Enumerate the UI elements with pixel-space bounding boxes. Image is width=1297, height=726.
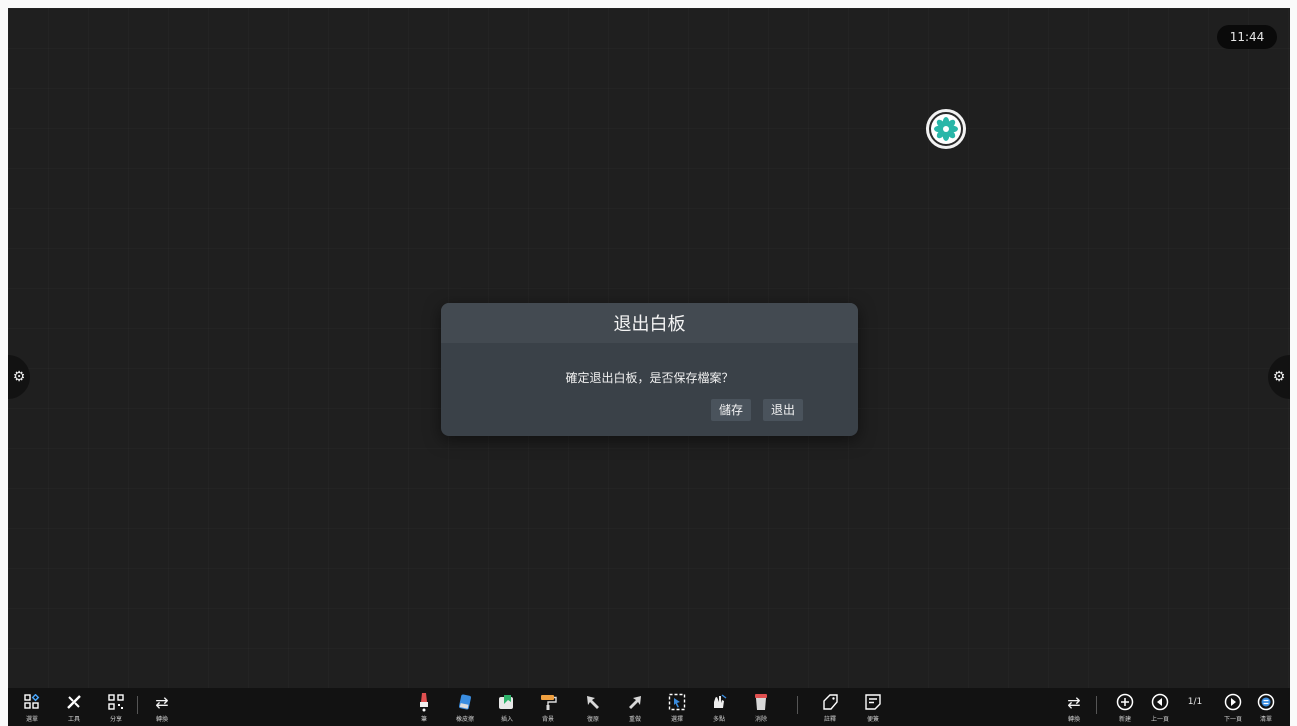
toolbar-multitouch-button[interactable]: 多點 — [699, 688, 739, 726]
toolbar-clear-button[interactable]: 消除 — [741, 688, 781, 726]
toolbar-label: 便簽 — [866, 716, 879, 723]
flower-logo-icon — [931, 114, 961, 144]
clear-icon — [741, 691, 781, 713]
switch-icon: ⇄ — [1067, 692, 1081, 712]
annotate-icon — [810, 691, 850, 713]
toolbar-annotate-button[interactable]: 註釋 — [810, 688, 850, 726]
pen-icon — [404, 691, 444, 713]
gear-icon: ⚙ — [1272, 369, 1286, 385]
toolbar-label: 選單 — [25, 716, 38, 723]
undo-icon — [573, 691, 613, 713]
insert-icon — [487, 691, 527, 713]
toolbar-divider — [137, 696, 138, 714]
redo-icon — [615, 691, 655, 713]
toolbar-label: 多點 — [712, 716, 725, 723]
toolbar-label: 選擇 — [670, 716, 683, 723]
toolbar-label: 轉換 — [1067, 716, 1080, 723]
toolbar-insert-button[interactable]: 插入 — [487, 688, 527, 726]
switch-icon: ⇄ — [155, 692, 169, 712]
toolbar-new-page-button[interactable]: 新建 — [1105, 688, 1145, 726]
toolbar-label: 工具 — [67, 716, 80, 723]
menu-grid-icon — [12, 691, 52, 713]
toolbar-switch-right-button[interactable]: ⇄ 轉換 — [1054, 688, 1094, 726]
dialog-title: 退出白板 — [441, 303, 858, 343]
add-page-icon — [1105, 691, 1145, 713]
toolbar-label: 背景 — [541, 716, 554, 723]
page-list-icon — [1246, 691, 1286, 713]
bottom-toolbar: 選單 工具 分享 ⇄ 轉換 筆 橡皮擦 插入 背景 復原 重做 選擇 多點 消除… — [8, 688, 1290, 726]
toolbar-select-button[interactable]: 選擇 — [657, 688, 697, 726]
toolbar-label: 重做 — [628, 716, 641, 723]
toolbar-label: 消除 — [754, 716, 767, 723]
toolbar-label: 轉換 — [155, 716, 168, 723]
gear-icon: ⚙ — [12, 369, 26, 385]
toolbar-divider — [1096, 696, 1097, 714]
qr-share-icon — [96, 691, 136, 713]
toolbar-tools-button[interactable]: 工具 — [54, 688, 94, 726]
toolbar-background-button[interactable]: 背景 — [528, 688, 568, 726]
sticky-note-icon — [853, 691, 893, 713]
toolbar-label: 清單 — [1259, 716, 1272, 723]
toolbar-label: 插入 — [500, 716, 513, 723]
toolbar-label: 筆 — [420, 716, 427, 723]
toolbar-label: 上一頁 — [1150, 716, 1169, 723]
toolbar-eraser-button[interactable]: 橡皮擦 — [445, 688, 485, 726]
toolbar-pen-button[interactable]: 筆 — [404, 688, 444, 726]
toolbar-switch-button[interactable]: ⇄ 轉換 — [142, 688, 182, 726]
app-logo[interactable] — [926, 109, 966, 149]
toolbar-undo-button[interactable]: 復原 — [573, 688, 613, 726]
toolbar-page-list-button[interactable]: 清單 — [1246, 688, 1286, 726]
toolbar-divider — [797, 696, 798, 714]
select-icon — [657, 691, 697, 713]
tools-icon — [54, 691, 94, 713]
toolbar-label: 橡皮擦 — [455, 716, 474, 723]
toolbar-label: 分享 — [109, 716, 122, 723]
page-indicator: 1/1 — [1187, 697, 1203, 707]
prev-page-icon — [1140, 691, 1180, 713]
clock-display: 11:44 — [1217, 25, 1277, 49]
multi-touch-icon — [699, 691, 739, 713]
toolbar-redo-button[interactable]: 重做 — [615, 688, 655, 726]
eraser-icon — [445, 691, 485, 713]
save-button[interactable]: 儲存 — [711, 399, 752, 421]
toolbar-menu-button[interactable]: 選單 — [12, 688, 52, 726]
toolbar-sticky-note-button[interactable]: 便簽 — [853, 688, 893, 726]
background-roller-icon — [528, 691, 568, 713]
exit-whiteboard-dialog: 退出白板 確定退出白板，是否保存檔案？ 儲存 退出 — [441, 303, 858, 436]
dialog-message: 確定退出白板，是否保存檔案？ — [565, 371, 734, 385]
toolbar-label: 復原 — [586, 716, 599, 723]
exit-button[interactable]: 退出 — [763, 399, 804, 421]
toolbar-prev-page-button[interactable]: 上一頁 — [1140, 688, 1180, 726]
toolbar-label: 註釋 — [823, 716, 836, 723]
toolbar-label: 新建 — [1118, 716, 1131, 723]
toolbar-share-button[interactable]: 分享 — [96, 688, 136, 726]
